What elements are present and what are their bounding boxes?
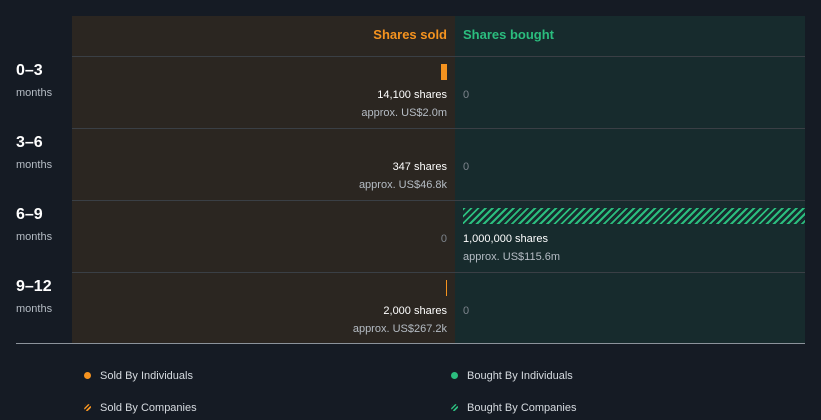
row-divider bbox=[72, 272, 805, 273]
chart-baseline bbox=[16, 343, 805, 344]
legend-sold-companies: Sold By Companies bbox=[100, 402, 197, 414]
sold-bar bbox=[441, 64, 447, 80]
legend-sold-individuals: Sold By Individuals bbox=[100, 370, 193, 382]
bought-by-companies-bar bbox=[463, 208, 805, 224]
bought-individuals-legend-icon bbox=[451, 372, 458, 379]
row-divider bbox=[72, 128, 805, 129]
sold-approx-value: approx. US$46.8k bbox=[358, 179, 447, 191]
period-unit: months bbox=[16, 303, 53, 315]
shares-sold-header: Shares sold bbox=[373, 27, 447, 42]
period-label: 3–6 bbox=[16, 134, 43, 151]
sold-bar bbox=[446, 280, 447, 296]
legend-bought-companies: Bought By Companies bbox=[467, 402, 577, 414]
sold-individuals-legend-icon bbox=[84, 372, 91, 379]
bought-approx-value: approx. US$115.6m bbox=[463, 251, 561, 263]
bought-zero-value: 0 bbox=[463, 89, 470, 101]
period-label: 9–12 bbox=[16, 278, 52, 295]
sold-companies-legend-icon bbox=[84, 404, 91, 411]
bought-column-background bbox=[455, 16, 805, 343]
period-label: 0–3 bbox=[16, 62, 43, 79]
sold-zero-value: 0 bbox=[440, 233, 447, 245]
sold-shares-value: 14,100 shares bbox=[377, 89, 447, 101]
row-divider bbox=[72, 56, 805, 57]
legend-bought-individuals: Bought By Individuals bbox=[467, 370, 573, 382]
sold-approx-value: approx. US$267.2k bbox=[352, 323, 447, 335]
period-unit: months bbox=[16, 159, 53, 171]
row-divider bbox=[72, 200, 805, 201]
period-unit: months bbox=[16, 231, 53, 243]
period-label: 6–9 bbox=[16, 206, 43, 223]
bought-shares-value: 1,000,000 shares bbox=[463, 233, 549, 245]
sold-approx-value: approx. US$2.0m bbox=[361, 107, 447, 119]
bought-companies-legend-icon bbox=[451, 404, 458, 411]
bought-zero-value: 0 bbox=[463, 305, 470, 317]
bought-zero-value: 0 bbox=[463, 161, 470, 173]
sold-shares-value: 2,000 shares bbox=[383, 305, 447, 317]
sold-shares-value: 347 shares bbox=[392, 161, 447, 173]
shares-bought-header: Shares bought bbox=[463, 27, 555, 42]
period-unit: months bbox=[16, 87, 53, 99]
